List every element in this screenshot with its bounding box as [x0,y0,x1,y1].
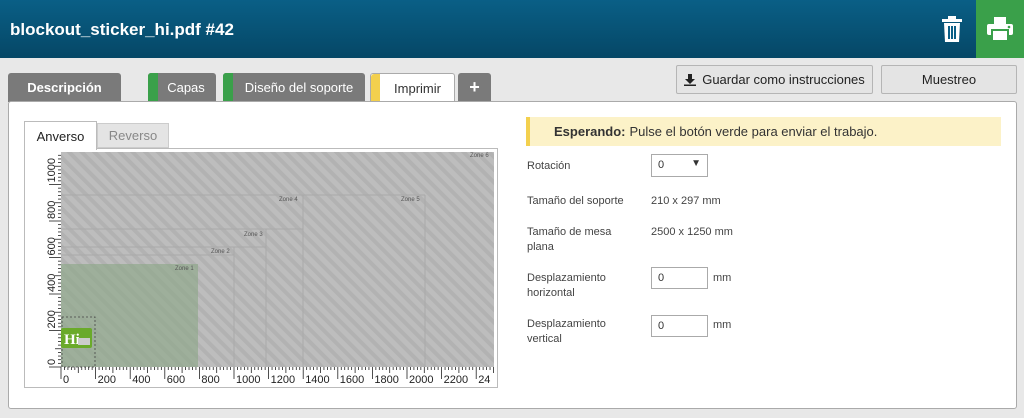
sample-button[interactable]: Muestreo [881,65,1017,94]
y-tick-label: 800 [46,201,58,219]
trash-icon [942,16,962,42]
vertical-ruler: 020040060080010001200 [46,154,61,368]
page-title: blockout_sticker_hi.pdf #42 [10,20,234,39]
media-zone [61,264,198,367]
label-line: Desplazamiento [527,272,606,284]
save-as-instructions-button[interactable]: Guardar como instrucciones [676,65,873,94]
tab-media-layout[interactable]: Diseño del soporte [223,73,365,102]
unit-label: mm [713,272,732,284]
button-label: Guardar como instrucciones [702,72,865,87]
table-size-value: 2500 x 1250 mm [651,226,733,238]
x-tick-label: 1400 [305,374,329,386]
tab-label: Diseño del soporte [244,80,354,95]
tab-back[interactable]: Reverso [97,123,169,148]
printer-icon [987,17,1013,41]
x-tick-label: 400 [132,374,150,386]
tab-label: Descripción [27,80,102,95]
y-tick-label: 400 [46,274,58,292]
x-tick-label: 800 [201,374,219,386]
tab-status-bar [223,73,233,102]
tab-label: Anverso [36,128,85,144]
label-line: vertical [527,333,562,345]
x-tick-label: 1800 [374,374,398,386]
zone-label: Zone 5 [401,197,420,203]
x-tick-label: 200 [98,374,116,386]
sticker-text: Hi [64,332,80,348]
vertical-offset-input[interactable] [651,315,708,337]
x-tick-label: 1600 [340,374,364,386]
x-tick-label: 600 [167,374,185,386]
x-tick-label: 0 [63,374,69,386]
x-tick-label: 1000 [236,374,260,386]
x-tick-label: 1200 [271,374,295,386]
select-value: 0 [658,159,665,171]
x-tick-label: 2200 [444,374,468,386]
tab-description[interactable]: Descripción [8,73,121,102]
x-tick-label: 24 [478,374,490,386]
label-line: Tamaño de mesa [527,226,612,238]
tab-status-bar [148,73,158,102]
status-message: Pulse el botón verde para enviar el trab… [629,124,878,139]
dropdown-arrow-icon: ▼ [691,158,701,169]
zone-label: Zone 2 [211,249,230,255]
horizontal-offset-label: Desplazamiento horizontal [527,271,606,301]
zone-label: Zone 1 [175,266,194,272]
app-header: blockout_sticker_hi.pdf #42 [0,0,1024,58]
zone-label: Zone 4 [279,197,298,203]
rotation-label: Rotación [527,160,571,172]
zone-label: Zone 3 [244,232,263,238]
sticker-corner [78,338,90,345]
label-line: horizontal [527,287,575,299]
tab-status-bar [371,74,380,103]
unit-label: mm [713,319,732,331]
horizontal-ruler: 0 200 400 600 800 1000 1200 1400 1600 1800 2000 220… [60,367,494,386]
zone-label: Zone 6 [470,153,489,159]
y-tick-label: 0 [46,359,58,365]
media-size-value: 210 x 297 mm [651,195,721,207]
media-size-label: Tamaño del soporte [527,195,624,207]
rotation-select[interactable]: 0 ▼ [651,154,708,177]
print-preview: Hi Zone 1 Zone 2 Zone 3 Zone 4 Zone 5 Zo… [24,148,498,388]
y-tick-label: 200 [46,310,58,328]
vertical-offset-label: Desplazamiento vertical [527,317,606,347]
x-tick-label: 2000 [409,374,433,386]
preview-canvas: Hi Zone 1 Zone 2 Zone 3 Zone 4 Zone 5 Zo… [46,152,494,386]
tab-label: Imprimir [394,81,441,96]
table-size-label: Tamaño de mesa plana [527,225,611,255]
download-icon [684,73,697,86]
button-label: Muestreo [921,72,977,87]
plus-icon: + [469,77,480,97]
label-line: plana [527,241,554,253]
tab-print[interactable]: Imprimir [370,73,455,103]
add-tab-button[interactable]: + [458,73,491,102]
tab-front[interactable]: Anverso [24,121,97,150]
y-tick-label: 1000 [46,158,58,182]
status-label: Esperando: [554,124,626,139]
print-button[interactable] [976,0,1024,58]
delete-button[interactable] [930,8,974,50]
y-tick-label: 600 [46,237,58,255]
tab-label: Capas [167,80,205,95]
tab-label: Reverso [108,128,158,143]
horizontal-offset-input[interactable] [651,267,708,289]
tab-layers[interactable]: Capas [148,73,216,102]
status-alert: Esperando: Pulse el botón verde para env… [526,117,1001,146]
label-line: Desplazamiento [527,318,606,330]
